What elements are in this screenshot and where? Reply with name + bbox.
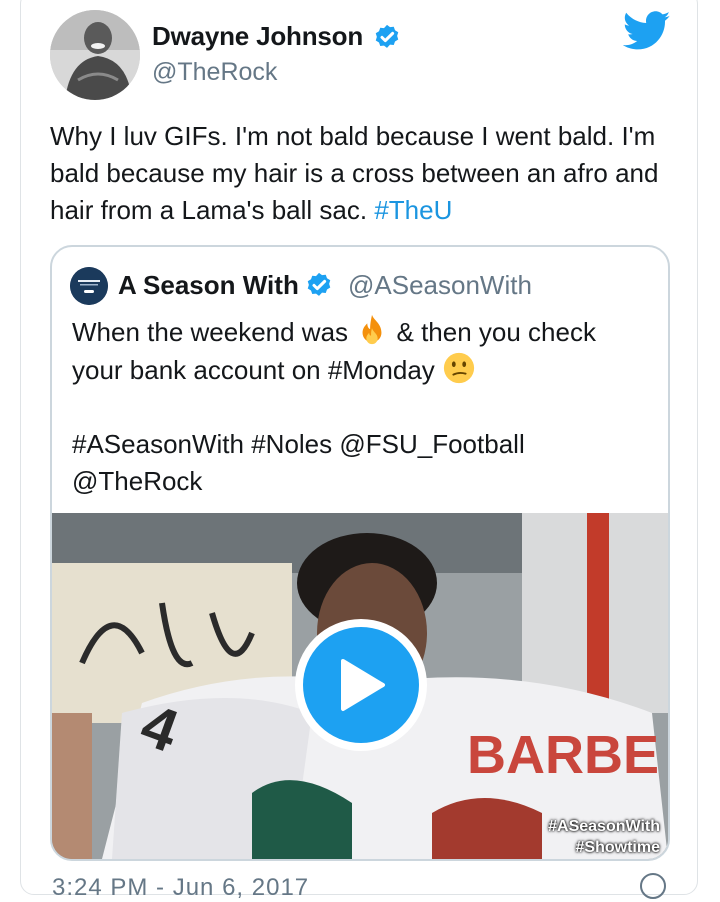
info-icon[interactable]	[640, 873, 666, 899]
gif-media[interactable]: 4 BARBE #ASeasonWith #Showtime	[52, 513, 668, 859]
quoted-tweet[interactable]: A Season With @ASeasonWith When the week…	[50, 245, 670, 861]
quoted-text-line1: When the weekend was	[72, 317, 356, 347]
play-button[interactable]	[295, 619, 427, 751]
hashtag-link[interactable]: #TheU	[374, 195, 452, 225]
quoted-author-handle[interactable]: @ASeasonWith	[348, 270, 532, 301]
confused-face-emoji	[443, 352, 475, 384]
author-avatar[interactable]	[50, 10, 140, 100]
verified-badge-icon	[307, 272, 331, 296]
quoted-author-name[interactable]: A Season With	[118, 270, 299, 301]
tweet-text: Why I luv GIFs. I'm not bald because I w…	[50, 118, 670, 229]
verified-badge-icon	[375, 24, 399, 48]
fire-emoji	[362, 314, 382, 345]
season-logo-icon	[70, 267, 108, 305]
tweet-text-body: Why I luv GIFs. I'm not bald because I w…	[50, 121, 659, 225]
media-tag: #Showtime	[575, 839, 660, 856]
quoted-author-avatar[interactable]	[70, 267, 108, 305]
author-handle[interactable]: @TheRock	[152, 58, 277, 87]
play-triangle	[341, 659, 385, 711]
quoted-tweet-text: When the weekend was & then you check yo…	[72, 313, 652, 500]
twitter-bird-icon[interactable]	[623, 10, 671, 52]
quoted-mention[interactable]: @TheRock	[72, 466, 202, 496]
quoted-hashtags[interactable]: #ASeasonWith #Noles @FSU_Football	[72, 429, 525, 459]
media-tag: #ASeasonWith	[548, 818, 660, 835]
author-name[interactable]: Dwayne Johnson	[152, 21, 363, 52]
tweet-timestamp[interactable]: 3:24 PM - Jun 6, 2017	[52, 874, 309, 902]
avatar-photo	[50, 10, 140, 100]
play-icon	[303, 627, 419, 743]
svg-text:BARBE: BARBE	[467, 725, 659, 785]
